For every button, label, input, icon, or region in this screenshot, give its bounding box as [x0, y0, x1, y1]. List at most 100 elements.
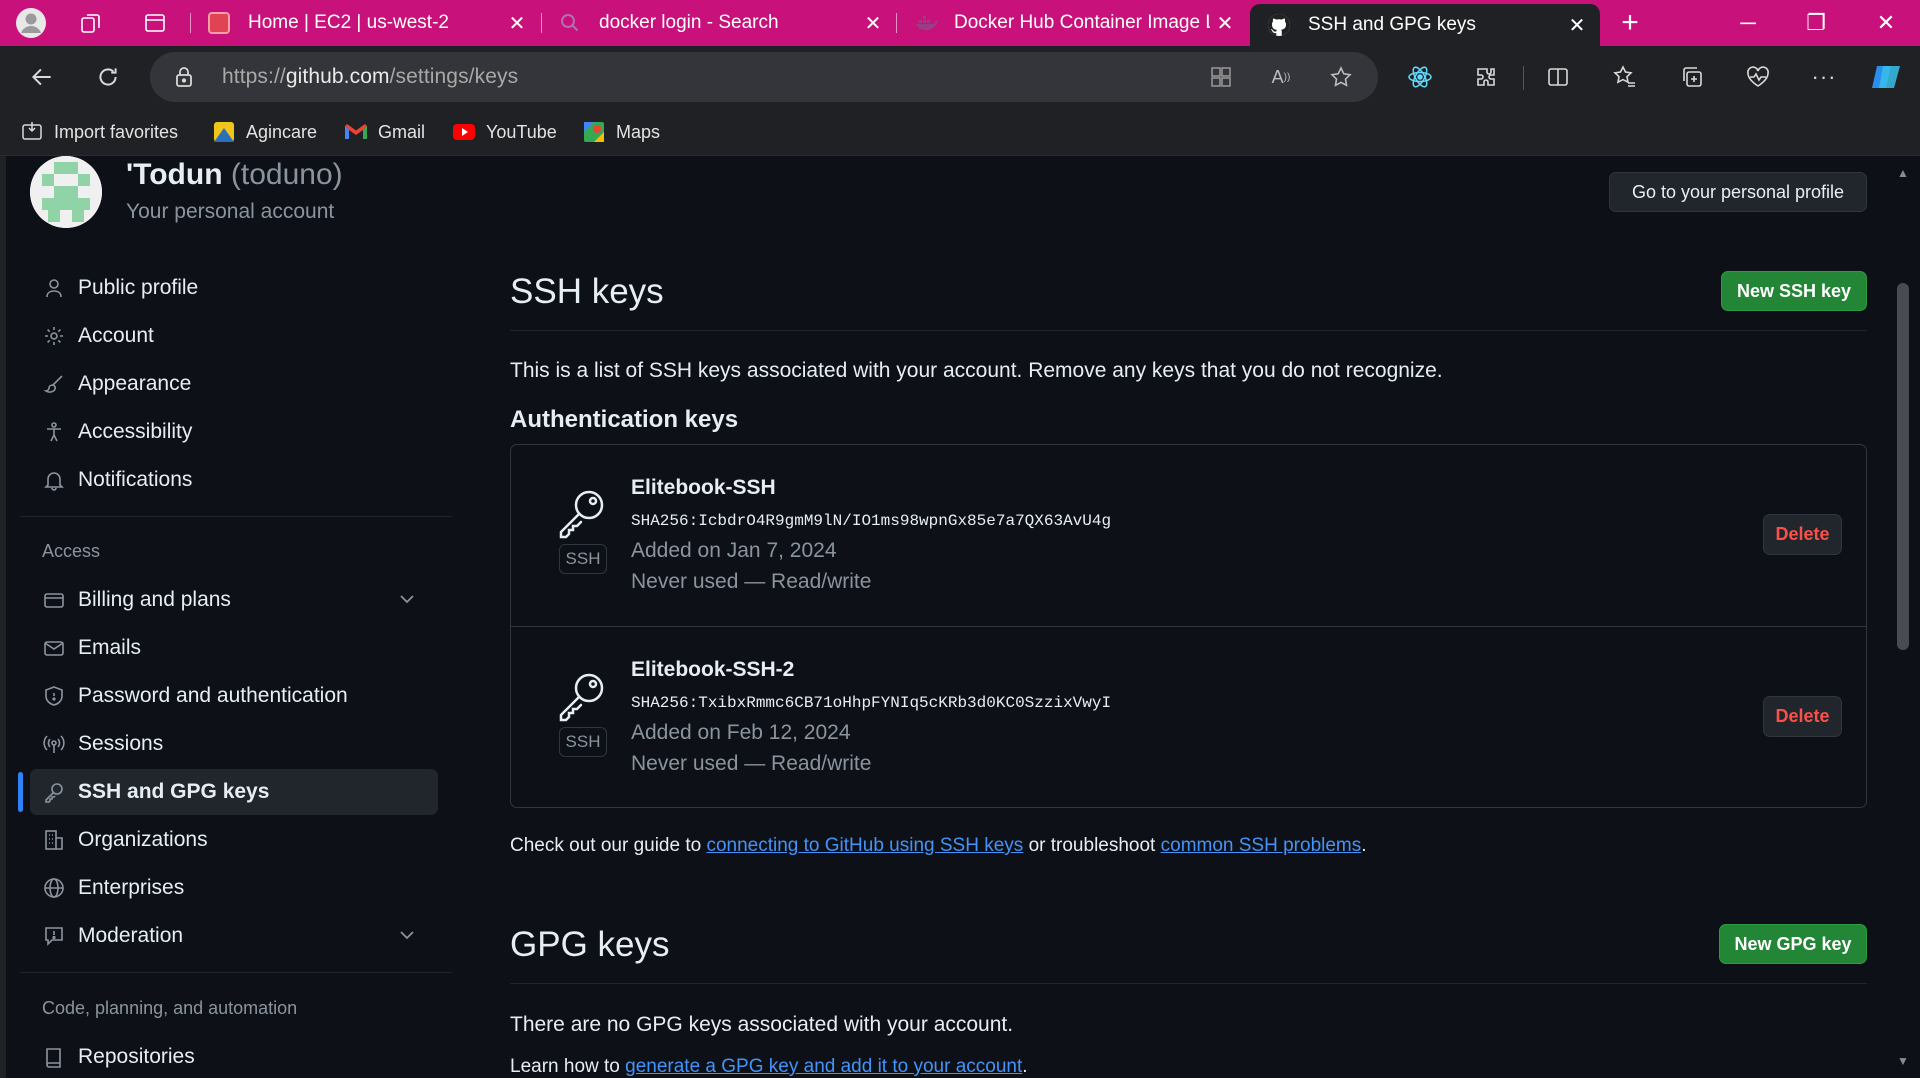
- broadcast-icon: [42, 732, 66, 756]
- tab-close-icon[interactable]: ✕: [1210, 11, 1240, 36]
- sidebar-item-sessions[interactable]: Sessions: [30, 721, 438, 767]
- tab-ec2[interactable]: Home | EC2 | us-west-2 ✕: [190, 0, 540, 46]
- favorites-bar: Import favorites Agincare Gmail YouTube …: [0, 108, 1920, 156]
- tab-close-icon[interactable]: ✕: [1562, 13, 1592, 38]
- more-options-icon[interactable]: ···: [1806, 59, 1842, 95]
- sidebar-item-label: Repositories: [78, 1045, 195, 1068]
- sidebar-item-ssh-gpg-keys[interactable]: SSH and GPG keys: [30, 769, 438, 815]
- sidebar-item-accessibility[interactable]: Accessibility: [30, 409, 438, 455]
- sidebar-item-label: Account: [78, 324, 154, 347]
- sidebar-item-label: SSH and GPG keys: [78, 780, 270, 803]
- close-window-button[interactable]: ✕: [1852, 0, 1920, 46]
- restore-button[interactable]: ❐: [1782, 0, 1850, 46]
- go-to-profile-button[interactable]: Go to your personal profile: [1609, 172, 1867, 212]
- sidebar-item-label: Accessibility: [78, 420, 193, 443]
- scrollbar-thumb[interactable]: [1897, 283, 1909, 650]
- sidebar-item-label: Appearance: [78, 372, 192, 395]
- credit-card-icon: [42, 588, 66, 612]
- new-gpg-key-button[interactable]: New GPG key: [1719, 924, 1867, 964]
- sidebar-item-label: Sessions: [78, 732, 164, 755]
- globe-icon: [42, 876, 66, 900]
- sidebar-item-public-profile[interactable]: Public profile: [30, 265, 438, 311]
- minimize-button[interactable]: ─: [1714, 0, 1782, 46]
- sidebar-item-account[interactable]: Account: [30, 313, 438, 359]
- paintbrush-icon: [42, 372, 66, 396]
- chevron-down-icon[interactable]: [398, 926, 416, 950]
- sidebar-item-billing[interactable]: Billing and plans: [30, 577, 438, 623]
- tab-docker-search[interactable]: docker login - Search ✕: [541, 0, 896, 46]
- tab-docker-hub[interactable]: Docker Hub Container Image Li ✕: [896, 0, 1248, 46]
- sidebar-item-moderation[interactable]: Moderation: [30, 913, 438, 959]
- back-button[interactable]: [24, 59, 60, 95]
- avatar[interactable]: [30, 156, 102, 228]
- delete-ssh-key-button[interactable]: Delete: [1763, 514, 1842, 555]
- bookmark-import-favorites[interactable]: Import favorites: [20, 119, 178, 145]
- new-tab-button[interactable]: +: [1600, 0, 1660, 46]
- import-icon: [20, 120, 44, 144]
- organization-icon: [42, 828, 66, 852]
- chevron-down-icon[interactable]: [398, 590, 416, 614]
- ssh-guide-link[interactable]: connecting to GitHub using SSH keys: [706, 835, 1023, 856]
- tab-ssh-gpg-keys[interactable]: SSH and GPG keys ✕: [1250, 4, 1600, 46]
- sidebar-item-label: Emails: [78, 636, 142, 659]
- workspaces-icon[interactable]: [74, 6, 108, 40]
- read-aloud-icon[interactable]: A)): [1268, 64, 1294, 90]
- react-devtools-icon[interactable]: [1402, 59, 1438, 95]
- maps-icon: [582, 120, 606, 144]
- person-icon: [42, 276, 66, 300]
- profile-avatar-icon[interactable]: [14, 6, 48, 40]
- docker-favicon-icon: [914, 12, 938, 34]
- ssh-problems-link[interactable]: common SSH problems: [1161, 835, 1362, 856]
- ssh-key-title: Elitebook-SSH-2: [631, 658, 795, 681]
- bookmark-youtube[interactable]: YouTube: [452, 119, 557, 145]
- ssh-keys-heading: SSH keys: [510, 272, 664, 311]
- ssh-key-fingerprint: SHA256:IcbdrO4R9gmM9lN/IO1ms98wpnGx85e7a…: [631, 512, 1112, 530]
- sidebar-item-password-authentication[interactable]: Password and authentication: [30, 673, 438, 719]
- sidebar-item-repositories[interactable]: Repositories: [30, 1034, 438, 1078]
- tab-close-icon[interactable]: ✕: [502, 11, 532, 36]
- refresh-button[interactable]: [90, 59, 126, 95]
- delete-ssh-key-button[interactable]: Delete: [1763, 696, 1842, 737]
- sidebar-heading-code: Code, planning, and automation: [42, 998, 298, 1018]
- bookmark-maps[interactable]: Maps: [582, 119, 660, 145]
- scroll-down-icon[interactable]: ▼: [1896, 1054, 1910, 1068]
- sidebar-item-enterprises[interactable]: Enterprises: [30, 865, 438, 911]
- generate-gpg-key-link[interactable]: generate a GPG key and add it to your ac…: [625, 1056, 1022, 1077]
- sidebar-item-label: Enterprises: [78, 876, 185, 899]
- sidebar-item-notifications[interactable]: Notifications: [30, 457, 438, 503]
- collections-icon[interactable]: [1674, 59, 1710, 95]
- ssh-key-added-date: Added on Jan 7, 2024: [631, 539, 837, 562]
- sidebar-item-organizations[interactable]: Organizations: [30, 817, 438, 863]
- favorite-star-icon[interactable]: [1328, 64, 1354, 90]
- search-favicon-icon: [559, 12, 581, 34]
- tab-title: docker login - Search: [599, 12, 779, 33]
- scroll-up-icon[interactable]: ▲: [1896, 166, 1910, 180]
- bookmark-gmail[interactable]: Gmail: [344, 119, 425, 145]
- ssh-key-item: SSH Elitebook-SSH-2 SHA256:TxibxRmmc6CB7…: [511, 626, 1866, 807]
- favorites-icon[interactable]: [1607, 59, 1643, 95]
- aws-favicon-icon: [208, 12, 230, 34]
- bookmark-agincare[interactable]: Agincare: [212, 119, 317, 145]
- app-available-icon[interactable]: [1208, 64, 1234, 90]
- ssh-badge: SSH: [559, 544, 607, 574]
- new-ssh-key-button[interactable]: New SSH key: [1721, 271, 1867, 311]
- bookmark-label: Gmail: [378, 121, 426, 142]
- report-icon: [42, 924, 66, 948]
- tab-actions-icon[interactable]: [138, 6, 172, 40]
- page-scrollbar[interactable]: ▲ ▼: [1892, 156, 1920, 1078]
- copilot-icon[interactable]: [1868, 59, 1904, 95]
- sidebar-item-appearance[interactable]: Appearance: [30, 361, 438, 407]
- sidebar-item-emails[interactable]: Emails: [30, 625, 438, 671]
- extensions-icon[interactable]: [1468, 59, 1504, 95]
- lock-icon[interactable]: [174, 66, 194, 93]
- tab-close-icon[interactable]: ✕: [858, 11, 888, 36]
- ssh-key-item: SSH Elitebook-SSH SHA256:IcbdrO4R9gmM9lN…: [511, 445, 1866, 626]
- browser-essentials-icon[interactable]: [1740, 59, 1776, 95]
- ssh-badge: SSH: [559, 727, 607, 757]
- youtube-icon: [452, 120, 476, 144]
- bookmark-label: Agincare: [246, 121, 318, 142]
- address-bar[interactable]: https://github.com/settings/keys A)): [150, 52, 1378, 102]
- split-screen-icon[interactable]: [1540, 59, 1576, 95]
- url-text[interactable]: https://github.com/settings/keys: [222, 65, 518, 89]
- ssh-guide-text: Check out our guide to connecting to Git…: [510, 835, 1367, 856]
